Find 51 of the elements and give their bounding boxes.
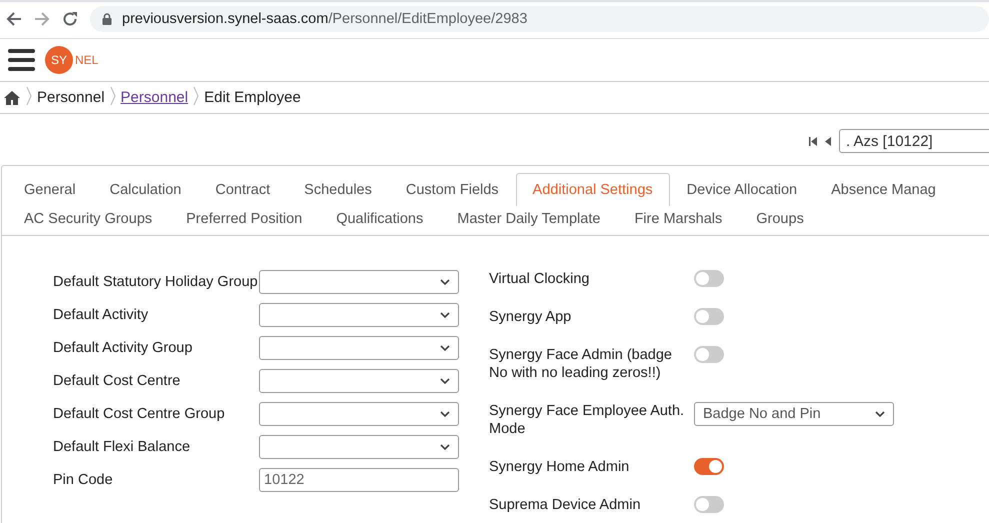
back-icon[interactable]	[6, 11, 22, 27]
chevron-down-icon	[440, 345, 450, 351]
previous-icon[interactable]	[825, 136, 831, 146]
toggle-switch[interactable]	[694, 346, 724, 363]
toggle-switch[interactable]	[694, 458, 724, 475]
field-label: Default Flexi Balance	[53, 438, 192, 456]
home-icon[interactable]	[3, 90, 21, 106]
field-label: Synergy App	[489, 308, 572, 326]
address-bar[interactable]: previousversion.synel-saas.com/Personnel/EditEmployee/2983	[90, 6, 989, 32]
chevron-down-icon	[440, 279, 450, 285]
chevron-icon	[193, 86, 200, 106]
field-label: Synergy Face Admin (badge No with no leading zeros!!)	[489, 346, 673, 382]
breadcrumb-text: Edit Employee	[204, 89, 301, 106]
chevron-down-icon	[440, 378, 450, 384]
reload-icon[interactable]	[62, 11, 78, 27]
chevron-icon	[110, 86, 116, 106]
toggle-switch[interactable]	[694, 308, 724, 325]
toggle-switch[interactable]	[694, 496, 724, 513]
chevron-down-icon	[875, 411, 885, 417]
select-field[interactable]	[259, 270, 459, 294]
field-label: Synergy Home Admin	[489, 458, 630, 476]
breadcrumb-link[interactable]: Personnel	[120, 89, 188, 106]
field-label: Default Cost Centre Group	[53, 405, 226, 423]
logo: SY NEL	[45, 46, 98, 74]
chevron-icon	[26, 86, 32, 106]
chevron-down-icon	[440, 312, 450, 318]
field-label: Default Cost Centre	[53, 372, 182, 390]
field-label: Default Activity Group	[53, 339, 194, 357]
field-label: Virtual Clocking	[489, 270, 590, 288]
select-field[interactable]	[259, 336, 459, 360]
select-field[interactable]	[259, 303, 459, 327]
forward-icon[interactable]	[34, 11, 50, 27]
field-label: Default Statutory Holiday Group	[53, 273, 259, 291]
text-field[interactable]: 10122	[259, 468, 459, 492]
select-field[interactable]	[259, 369, 459, 393]
menu-icon[interactable]	[8, 47, 35, 73]
employee-field[interactable]: . Azs [10122]	[839, 129, 989, 153]
select-field[interactable]: Badge No and Pin	[694, 402, 894, 426]
toggle-switch[interactable]	[694, 270, 724, 287]
select-field[interactable]	[259, 402, 459, 426]
field-label: Default Activity	[53, 306, 150, 324]
chevron-down-icon	[440, 444, 450, 450]
field-label: Pin Code	[53, 471, 114, 489]
lock-icon	[102, 13, 112, 25]
first-page-icon[interactable]	[809, 136, 817, 146]
field-label: Suprema Device Admin	[489, 496, 642, 514]
url-text: previousversion.synel-saas.com/Personnel/EditEmployee/2983	[122, 11, 528, 27]
chevron-down-icon	[440, 411, 450, 417]
breadcrumb-text: Personnel	[37, 89, 105, 106]
field-label: Synergy Face Employee Auth. Mode	[489, 402, 686, 438]
select-field[interactable]	[259, 435, 459, 459]
